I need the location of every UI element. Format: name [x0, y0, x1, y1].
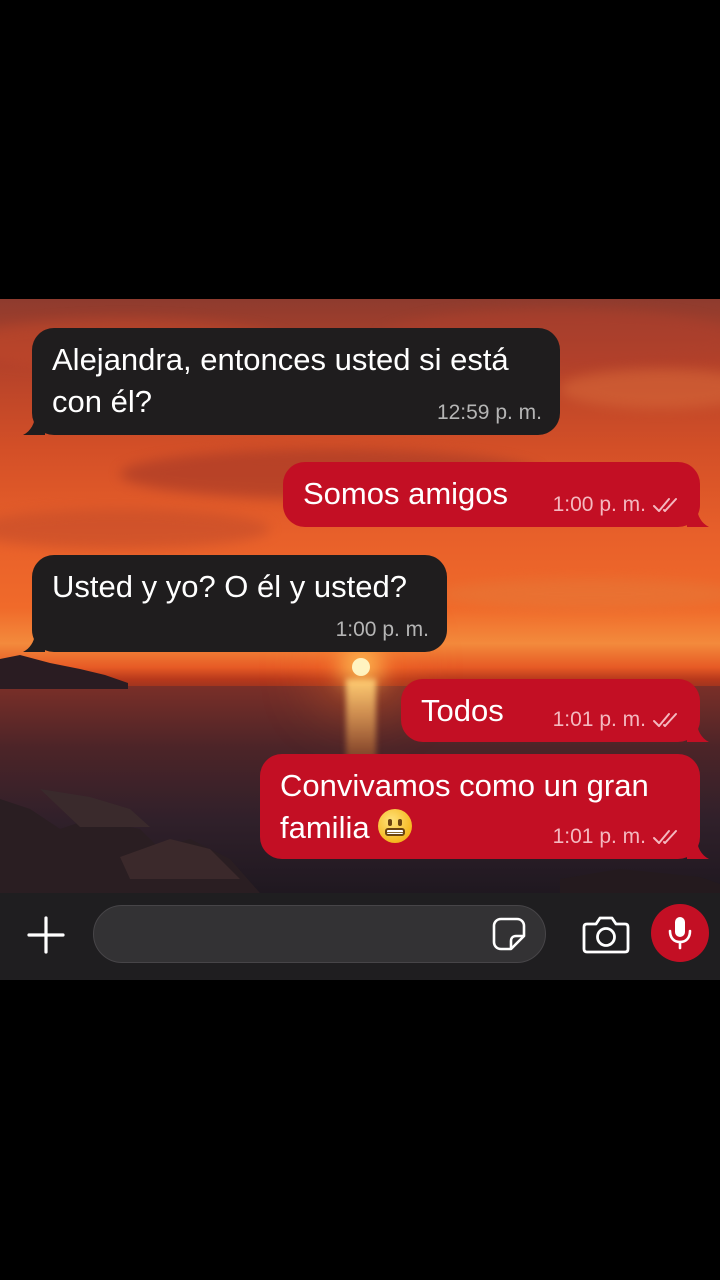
double-check-icon: [653, 498, 677, 512]
camera-button[interactable]: [580, 909, 632, 959]
grimacing-face-emoji: [378, 809, 413, 843]
message-text-line: Usted y yo? O él y usted?: [52, 569, 407, 604]
outgoing-message[interactable]: Todos 1:01 p. m.: [401, 679, 709, 742]
outgoing-message[interactable]: Convivamos como un gran familia 1:01 p. …: [260, 754, 709, 859]
camera-icon: [582, 916, 630, 954]
double-check-icon: [653, 830, 677, 844]
headland: [0, 655, 128, 689]
plus-icon: [27, 916, 65, 954]
sticker-button[interactable]: [486, 905, 532, 963]
bubble-tail: [687, 722, 709, 742]
sticker-icon: [492, 917, 526, 951]
bubble-tail: [687, 507, 709, 527]
message-time: 1:01 p. m.: [552, 825, 646, 848]
bubble-tail: [687, 839, 709, 859]
message-text-line: Convivamos como un gran: [280, 768, 649, 803]
incoming-message[interactable]: Alejandra, entonces usted si está con él…: [23, 328, 560, 435]
attach-button[interactable]: [22, 911, 70, 959]
message-input[interactable]: [93, 905, 546, 963]
sun: [352, 658, 370, 676]
message-time: 1:01 p. m.: [552, 708, 646, 731]
message-time: 1:00 p. m.: [552, 493, 646, 516]
bubble-tail: [23, 632, 45, 652]
incoming-message[interactable]: Usted y yo? O él y usted? 1:00 p. m.: [23, 555, 447, 652]
chat-screen: Alejandra, entonces usted si está con él…: [0, 299, 720, 980]
bubble-tail: [23, 415, 45, 435]
voice-message-button[interactable]: [651, 904, 709, 962]
message-time: 1:00 p. m.: [335, 618, 429, 641]
double-check-icon: [653, 713, 677, 727]
message-text-line: familia: [280, 810, 370, 845]
microphone-icon: [668, 917, 692, 950]
message-time: 12:59 p. m.: [436, 401, 542, 424]
message-composer: [0, 893, 720, 980]
message-text-line: Alejandra, entonces usted si está: [52, 342, 509, 377]
outgoing-message[interactable]: Somos amigos 1:00 p. m.: [283, 462, 709, 527]
